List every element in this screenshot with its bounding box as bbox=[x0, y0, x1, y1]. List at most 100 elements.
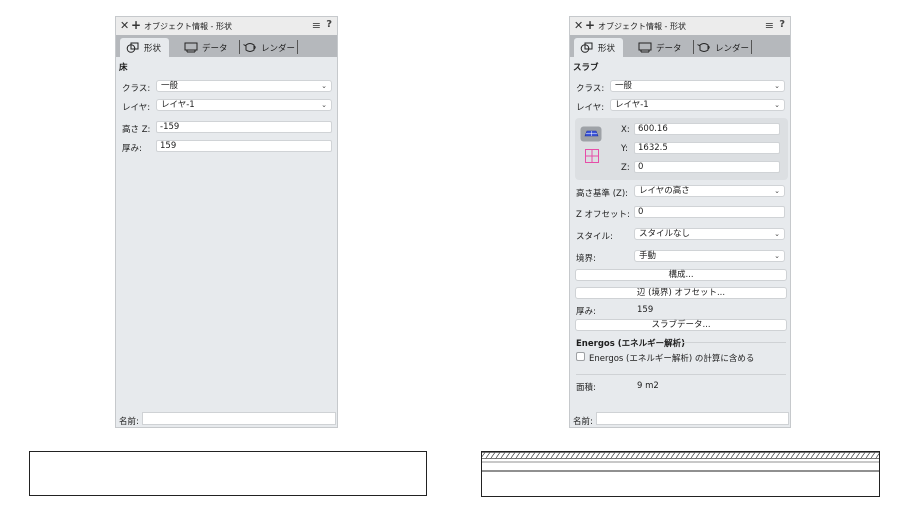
tab-data-label: データ bbox=[202, 43, 228, 54]
height-z-field[interactable]: -159 bbox=[156, 121, 332, 133]
chevron-down-icon: ⌄ bbox=[321, 82, 327, 90]
tab-data[interactable]: データ bbox=[184, 38, 228, 57]
class-select[interactable]: 一般 ⌄ bbox=[156, 80, 332, 92]
name-input[interactable] bbox=[142, 412, 336, 425]
object-info-palette-floor: ✕ + オブジェクト情報 - 形状 ≡ ? 形状 データ レンダー 床 クラス:… bbox=[115, 16, 338, 428]
tab-divider bbox=[297, 40, 298, 54]
x-coordinate-field[interactable]: 600.16 bbox=[634, 123, 780, 135]
layer-label: レイヤ: bbox=[122, 103, 151, 113]
tab-render[interactable]: レンダー bbox=[243, 38, 295, 57]
section-title: 床 bbox=[119, 63, 128, 73]
style-label: スタイル: bbox=[576, 232, 613, 242]
class-label: クラス: bbox=[122, 84, 151, 94]
shape-tab-icon bbox=[580, 42, 593, 53]
menu-icon[interactable]: ≡ bbox=[765, 19, 774, 32]
section-divider bbox=[682, 342, 786, 343]
slab-data-button[interactable]: スラブデータ... bbox=[575, 319, 787, 331]
chevron-down-icon: ⌄ bbox=[321, 101, 327, 109]
teapot-icon bbox=[243, 43, 256, 52]
z-label: Z: bbox=[621, 163, 630, 173]
chevron-down-icon: ⌄ bbox=[774, 101, 780, 109]
z-offset-label: Z オフセット: bbox=[576, 210, 630, 220]
thickness-value: 159 bbox=[637, 305, 654, 315]
compose-button[interactable]: 構成... bbox=[575, 269, 787, 281]
name-label: 名前: bbox=[573, 417, 593, 427]
height-reference-value: レイヤの高さ bbox=[639, 186, 690, 196]
tab-render-label: レンダー bbox=[715, 43, 750, 54]
y-coordinate-field[interactable]: 1632.5 bbox=[634, 142, 780, 154]
close-icon[interactable]: ✕ bbox=[574, 19, 583, 32]
slab-3d-view-icon[interactable] bbox=[580, 126, 602, 142]
section-divider bbox=[576, 374, 786, 375]
thickness-field[interactable]: 159 bbox=[156, 140, 332, 152]
x-label: X: bbox=[621, 125, 630, 135]
height-label: 高さ Z: bbox=[122, 125, 151, 135]
plus-icon[interactable]: + bbox=[131, 18, 141, 32]
tab-divider bbox=[239, 40, 240, 54]
slab-section-drawing[interactable] bbox=[481, 451, 880, 497]
chevron-down-icon: ⌄ bbox=[774, 82, 780, 90]
palette-titlebar: ✕ + オブジェクト情報 - 形状 ≡ ? bbox=[116, 17, 337, 35]
area-label: 面積: bbox=[576, 383, 596, 393]
tab-bar: 形状 データ レンダー bbox=[570, 35, 790, 57]
boundary-select[interactable]: 手動 ⌄ bbox=[634, 250, 785, 262]
tab-divider bbox=[693, 40, 694, 54]
layer-value: レイヤ-1 bbox=[615, 100, 649, 110]
boundary-label: 境界: bbox=[576, 254, 596, 264]
class-value: 一般 bbox=[161, 81, 179, 91]
section-title: スラブ bbox=[573, 63, 599, 73]
tab-shape-label: 形状 bbox=[144, 43, 162, 54]
class-label: クラス: bbox=[576, 84, 605, 94]
energos-include-label: Energos (エネルギー解析) の計算に含める bbox=[589, 354, 755, 364]
style-select[interactable]: スタイルなし ⌄ bbox=[634, 228, 785, 240]
palette-titlebar: ✕ + オブジェクト情報 - 形状 ≡ ? bbox=[570, 17, 790, 35]
floor-section-drawing[interactable] bbox=[29, 451, 427, 496]
z-coordinate-field[interactable]: 0 bbox=[634, 161, 780, 173]
energos-section-title: Energos (エネルギー解析) bbox=[576, 339, 686, 349]
thickness-label: 厚み: bbox=[576, 307, 596, 317]
chevron-down-icon: ⌄ bbox=[774, 187, 780, 195]
name-label: 名前: bbox=[119, 417, 139, 427]
slab-plan-view-icon[interactable] bbox=[585, 149, 599, 163]
palette-title: オブジェクト情報 - 形状 bbox=[144, 22, 232, 31]
tab-shape-label: 形状 bbox=[598, 43, 616, 54]
object-info-palette-slab: ✕ + オブジェクト情報 - 形状 ≡ ? 形状 データ レンダー スラブ クラ… bbox=[569, 16, 791, 428]
tab-shape[interactable]: 形状 bbox=[574, 38, 624, 57]
energos-include-checkbox[interactable] bbox=[576, 352, 585, 361]
edge-offset-button[interactable]: 辺 (境界) オフセット... bbox=[575, 287, 787, 299]
height-reference-select[interactable]: レイヤの高さ ⌄ bbox=[634, 185, 785, 197]
name-input[interactable] bbox=[596, 412, 789, 425]
layer-value: レイヤ-1 bbox=[161, 100, 195, 110]
plus-icon[interactable]: + bbox=[585, 18, 595, 32]
area-value: 9 m2 bbox=[637, 381, 659, 391]
shape-tab-icon bbox=[126, 42, 139, 53]
data-tab-icon bbox=[638, 42, 652, 53]
class-value: 一般 bbox=[615, 81, 633, 91]
tab-data[interactable]: データ bbox=[638, 38, 682, 57]
data-tab-icon bbox=[184, 42, 198, 53]
palette-title: オブジェクト情報 - 形状 bbox=[598, 22, 686, 31]
y-label: Y: bbox=[621, 144, 628, 154]
close-icon[interactable]: ✕ bbox=[120, 19, 129, 32]
class-select[interactable]: 一般 ⌄ bbox=[610, 80, 785, 92]
help-icon[interactable]: ? bbox=[779, 19, 785, 30]
layer-label: レイヤ: bbox=[576, 103, 605, 113]
style-value: スタイルなし bbox=[639, 229, 691, 239]
layer-select[interactable]: レイヤ-1 ⌄ bbox=[156, 99, 332, 111]
tab-bar: 形状 データ レンダー bbox=[116, 35, 337, 57]
z-offset-field[interactable]: 0 bbox=[634, 206, 785, 218]
tab-shape[interactable]: 形状 bbox=[120, 38, 170, 57]
tab-data-label: データ bbox=[656, 43, 682, 54]
tab-render[interactable]: レンダー bbox=[697, 38, 749, 57]
help-icon[interactable]: ? bbox=[326, 19, 332, 30]
teapot-icon bbox=[697, 43, 710, 52]
chevron-down-icon: ⌄ bbox=[774, 230, 780, 238]
chevron-down-icon: ⌄ bbox=[774, 252, 780, 260]
menu-icon[interactable]: ≡ bbox=[312, 19, 321, 32]
tab-divider bbox=[751, 40, 752, 54]
layer-select[interactable]: レイヤ-1 ⌄ bbox=[610, 99, 785, 111]
height-reference-label: 高さ基準 (Z): bbox=[576, 189, 629, 199]
thickness-label: 厚み: bbox=[122, 144, 142, 154]
boundary-value: 手動 bbox=[639, 251, 657, 261]
tab-render-label: レンダー bbox=[261, 43, 296, 54]
